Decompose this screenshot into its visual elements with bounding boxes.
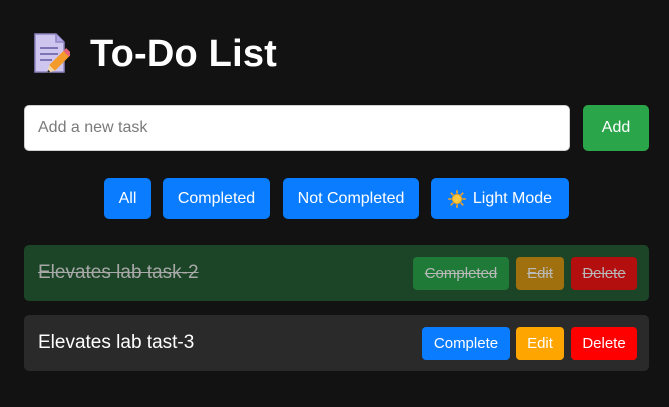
filter-bar: All Completed Not Completed Light Mode — [0, 178, 669, 219]
add-task-button[interactable]: Add — [583, 105, 649, 151]
header: To-Do List — [32, 30, 277, 78]
complete-task-button[interactable]: Complete — [422, 327, 510, 360]
delete-task-button[interactable]: Delete — [571, 327, 637, 360]
todo-app: To-Do List Add All Completed Not Complet… — [0, 0, 669, 407]
task-text: Elevates lab tast-3 — [38, 332, 195, 353]
filter-all-button[interactable]: All — [104, 178, 151, 219]
edit-task-button[interactable]: Edit — [516, 257, 564, 290]
filter-completed-button[interactable]: Completed — [163, 178, 270, 219]
page-title: To-Do List — [90, 32, 278, 75]
new-task-input[interactable] — [24, 105, 570, 151]
task-actions: Completed Edit Delete — [413, 257, 638, 290]
task-item-completed: Elevates lab task-2 Completed Edit Delet… — [24, 245, 649, 301]
memo-pencil-icon — [34, 33, 70, 73]
task-actions: Complete Edit Delete — [422, 327, 638, 360]
complete-task-button[interactable]: Completed — [413, 257, 509, 290]
edit-task-button[interactable]: Edit — [516, 327, 564, 360]
filter-not-completed-button[interactable]: Not Completed — [283, 178, 419, 219]
theme-toggle-button[interactable]: Light Mode — [431, 178, 569, 219]
sun-icon — [447, 189, 466, 208]
task-item-open: Elevates lab tast-3 Complete Edit Delete — [24, 315, 649, 371]
theme-toggle-label: Light Mode — [472, 189, 553, 207]
task-text: Elevates lab task-2 — [38, 262, 199, 283]
delete-task-button[interactable]: Delete — [571, 257, 637, 290]
